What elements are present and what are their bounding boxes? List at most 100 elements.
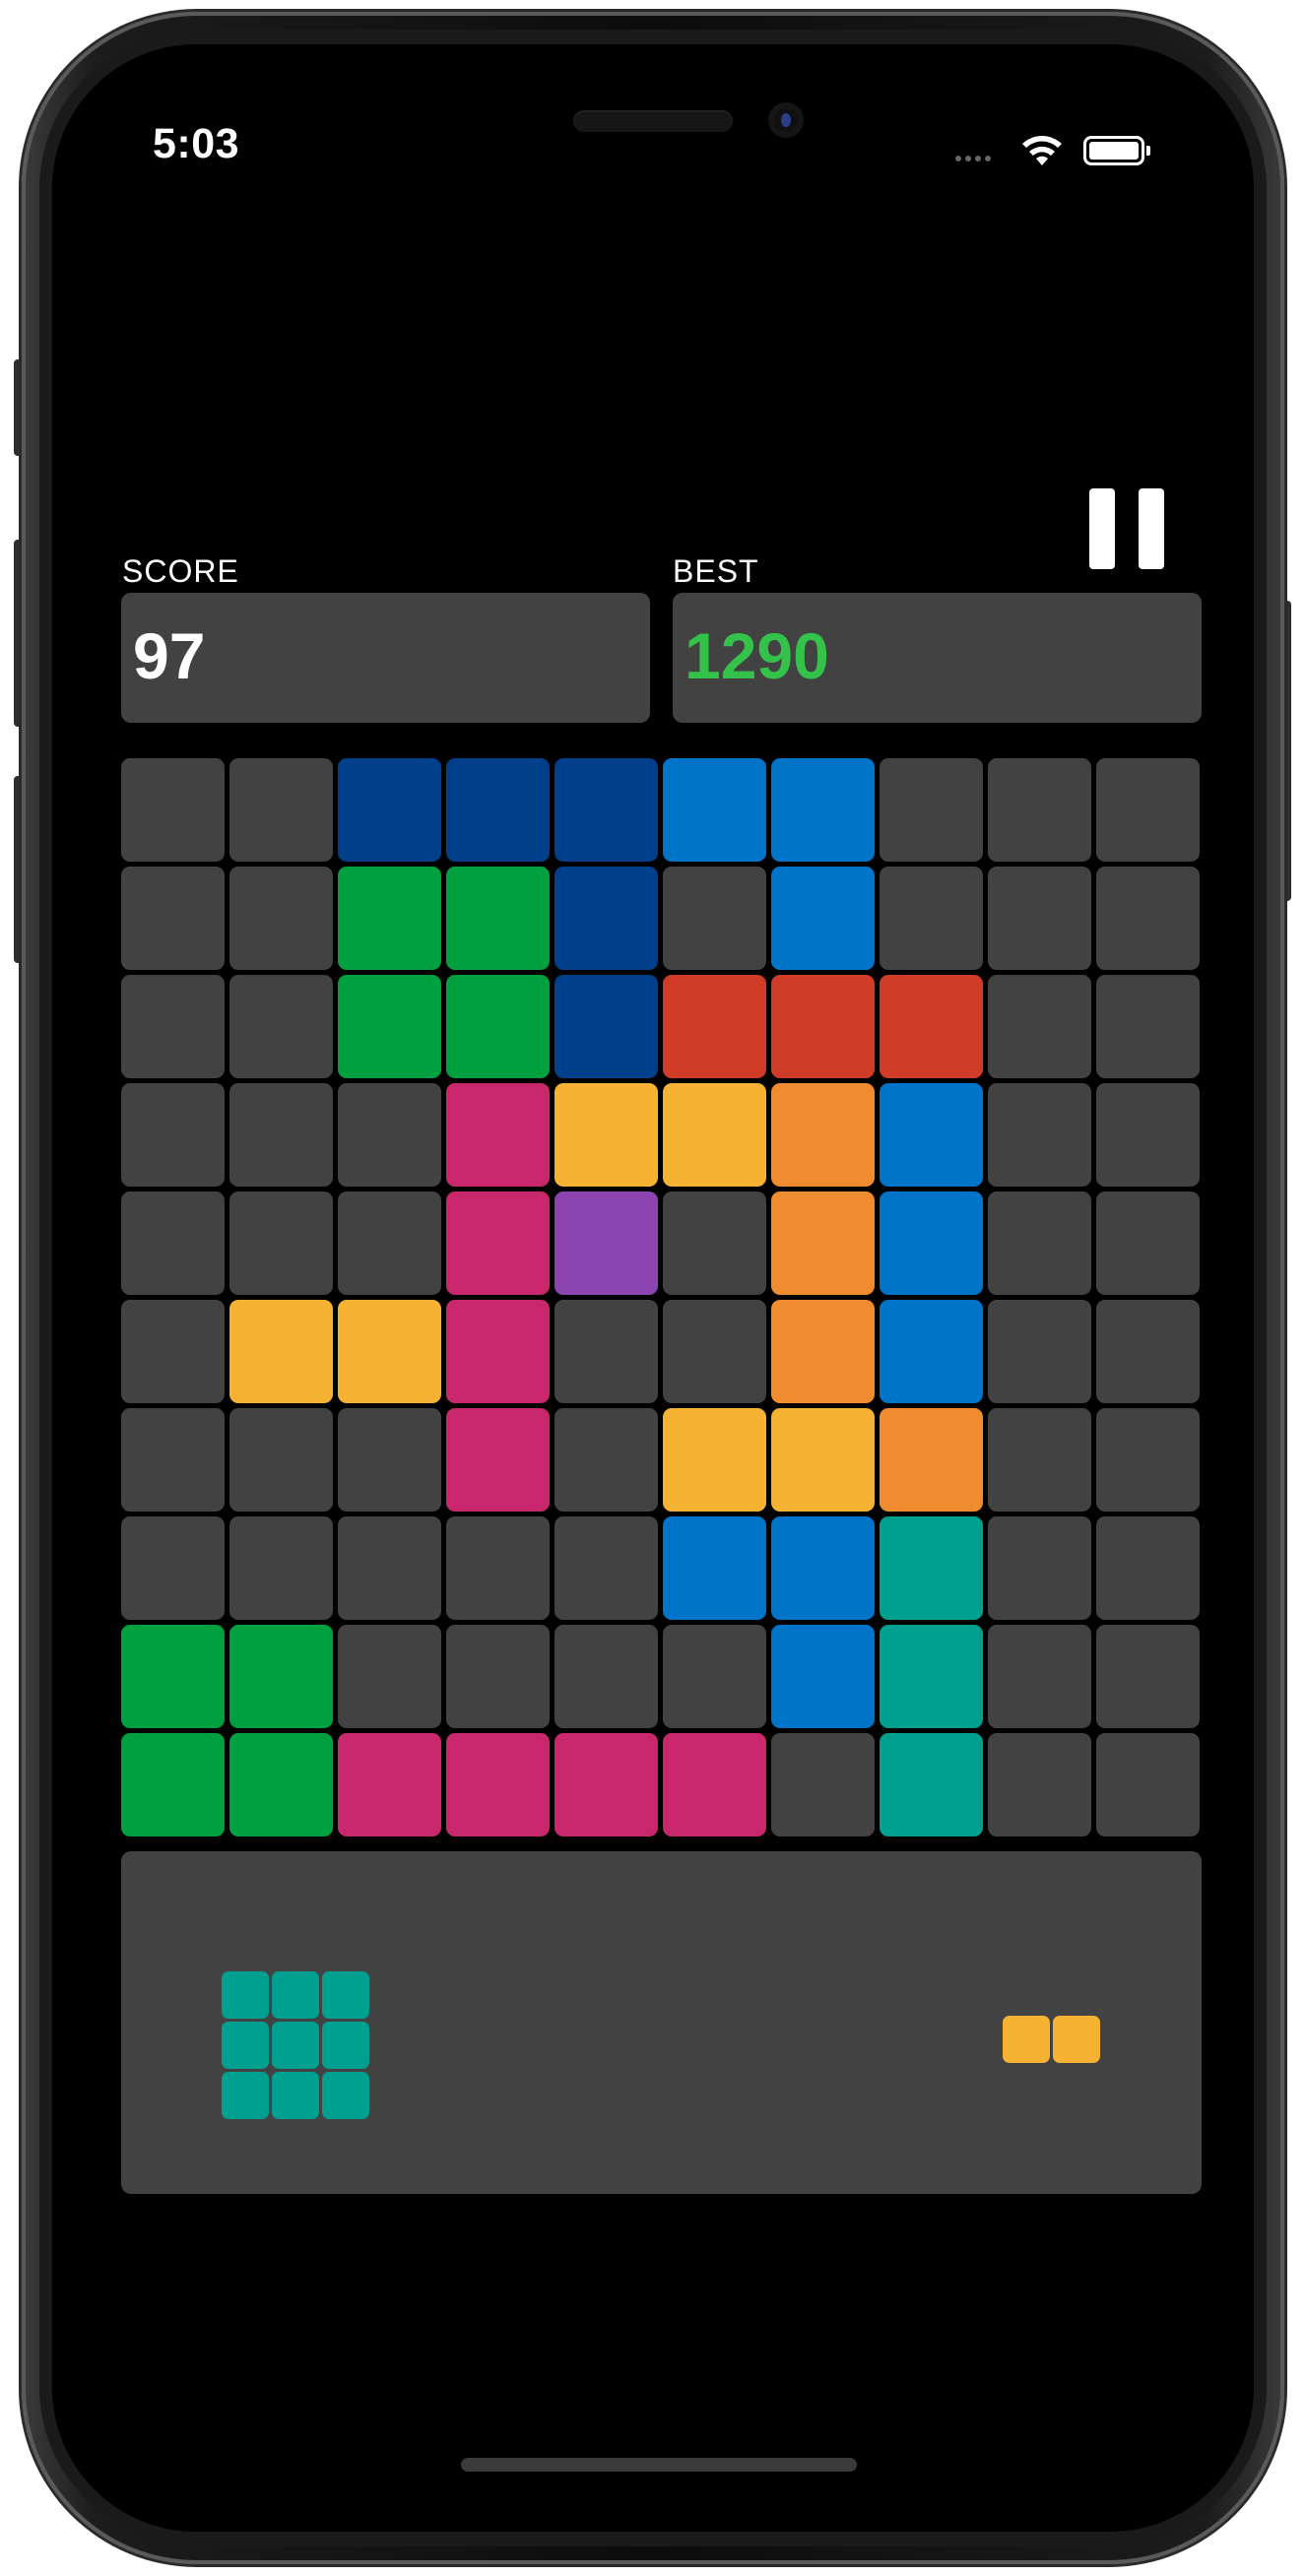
board-cell-yellow[interactable] xyxy=(555,1083,658,1187)
board-cell-green[interactable] xyxy=(121,1625,225,1728)
board-cell-empty[interactable] xyxy=(1096,975,1200,1078)
board-cell-orange[interactable] xyxy=(771,1300,875,1403)
board-cell-empty[interactable] xyxy=(663,1300,766,1403)
game-board[interactable] xyxy=(121,758,1202,1844)
board-cell-teal[interactable] xyxy=(880,1516,983,1620)
board-cell-empty[interactable] xyxy=(229,1408,333,1512)
board-cell-empty[interactable] xyxy=(880,867,983,970)
board-cell-empty[interactable] xyxy=(229,1191,333,1295)
board-cell-navy[interactable] xyxy=(555,758,658,862)
board-cell-empty[interactable] xyxy=(771,1733,875,1836)
board-cell-empty[interactable] xyxy=(1096,758,1200,862)
board-cell-green[interactable] xyxy=(446,867,550,970)
board-cell-blue[interactable] xyxy=(771,867,875,970)
board-cell-blue[interactable] xyxy=(663,758,766,862)
board-cell-empty[interactable] xyxy=(1096,1300,1200,1403)
board-cell-empty[interactable] xyxy=(338,1408,441,1512)
board-cell-pink[interactable] xyxy=(446,1408,550,1512)
board-cell-teal[interactable] xyxy=(880,1625,983,1728)
board-cell-empty[interactable] xyxy=(555,1408,658,1512)
board-cell-navy[interactable] xyxy=(555,867,658,970)
board-cell-green[interactable] xyxy=(229,1625,333,1728)
board-cell-empty[interactable] xyxy=(1096,1733,1200,1836)
board-cell-blue[interactable] xyxy=(771,1625,875,1728)
board-cell-empty[interactable] xyxy=(338,1625,441,1728)
board-cell-red[interactable] xyxy=(880,975,983,1078)
board-cell-empty[interactable] xyxy=(229,758,333,862)
board-cell-empty[interactable] xyxy=(988,1300,1091,1403)
board-cell-pink[interactable] xyxy=(555,1733,658,1836)
board-cell-pink[interactable] xyxy=(663,1733,766,1836)
board-cell-blue[interactable] xyxy=(663,1516,766,1620)
board-cell-yellow[interactable] xyxy=(771,1408,875,1512)
board-cell-navy[interactable] xyxy=(555,975,658,1078)
board-cell-empty[interactable] xyxy=(1096,1191,1200,1295)
board-cell-empty[interactable] xyxy=(338,1083,441,1187)
board-cell-purple[interactable] xyxy=(555,1191,658,1295)
board-cell-red[interactable] xyxy=(771,975,875,1078)
board-cell-blue[interactable] xyxy=(880,1191,983,1295)
board-cell-empty[interactable] xyxy=(988,867,1091,970)
board-cell-empty[interactable] xyxy=(555,1300,658,1403)
board-cell-blue[interactable] xyxy=(880,1300,983,1403)
board-cell-empty[interactable] xyxy=(121,1191,225,1295)
board-cell-yellow[interactable] xyxy=(663,1083,766,1187)
board-cell-empty[interactable] xyxy=(338,1516,441,1620)
board-cell-empty[interactable] xyxy=(988,1408,1091,1512)
board-cell-empty[interactable] xyxy=(229,867,333,970)
board-cell-empty[interactable] xyxy=(1096,1408,1200,1512)
board-cell-empty[interactable] xyxy=(446,1625,550,1728)
board-cell-orange[interactable] xyxy=(771,1083,875,1187)
board-cell-empty[interactable] xyxy=(880,758,983,862)
board-cell-empty[interactable] xyxy=(663,1625,766,1728)
board-cell-empty[interactable] xyxy=(1096,1516,1200,1620)
board-cell-navy[interactable] xyxy=(338,758,441,862)
board-cell-green[interactable] xyxy=(446,975,550,1078)
board-cell-yellow[interactable] xyxy=(229,1300,333,1403)
board-cell-empty[interactable] xyxy=(121,867,225,970)
board-cell-empty[interactable] xyxy=(229,1083,333,1187)
board-cell-empty[interactable] xyxy=(555,1516,658,1620)
board-cell-pink[interactable] xyxy=(446,1083,550,1187)
board-cell-pink[interactable] xyxy=(446,1733,550,1836)
board-cell-empty[interactable] xyxy=(121,1516,225,1620)
board-cell-blue[interactable] xyxy=(771,1516,875,1620)
board-cell-yellow[interactable] xyxy=(663,1408,766,1512)
board-cell-pink[interactable] xyxy=(446,1191,550,1295)
board-cell-empty[interactable] xyxy=(663,1191,766,1295)
piece-teal-3x3[interactable] xyxy=(222,1971,372,2122)
board-cell-empty[interactable] xyxy=(663,867,766,970)
board-cell-empty[interactable] xyxy=(988,758,1091,862)
board-cell-green[interactable] xyxy=(338,975,441,1078)
board-cell-empty[interactable] xyxy=(121,1083,225,1187)
board-cell-blue[interactable] xyxy=(880,1083,983,1187)
board-cell-empty[interactable] xyxy=(121,1408,225,1512)
board-cell-empty[interactable] xyxy=(121,758,225,862)
board-cell-empty[interactable] xyxy=(988,975,1091,1078)
board-cell-empty[interactable] xyxy=(229,975,333,1078)
board-cell-orange[interactable] xyxy=(880,1408,983,1512)
board-cell-empty[interactable] xyxy=(446,1516,550,1620)
board-cell-green[interactable] xyxy=(338,867,441,970)
board-cell-pink[interactable] xyxy=(338,1733,441,1836)
board-cell-blue[interactable] xyxy=(771,758,875,862)
board-cell-empty[interactable] xyxy=(1096,867,1200,970)
board-cell-empty[interactable] xyxy=(121,975,225,1078)
board-cell-empty[interactable] xyxy=(1096,1083,1200,1187)
board-cell-orange[interactable] xyxy=(771,1191,875,1295)
board-cell-empty[interactable] xyxy=(338,1191,441,1295)
board-cell-green[interactable] xyxy=(121,1733,225,1836)
board-cell-empty[interactable] xyxy=(121,1300,225,1403)
board-cell-empty[interactable] xyxy=(988,1625,1091,1728)
board-cell-empty[interactable] xyxy=(229,1516,333,1620)
board-cell-teal[interactable] xyxy=(880,1733,983,1836)
board-cell-empty[interactable] xyxy=(555,1625,658,1728)
piece-yellow-1x2[interactable] xyxy=(1003,2016,1103,2066)
board-cell-navy[interactable] xyxy=(446,758,550,862)
board-cell-red[interactable] xyxy=(663,975,766,1078)
board-cell-empty[interactable] xyxy=(1096,1625,1200,1728)
board-cell-empty[interactable] xyxy=(988,1083,1091,1187)
board-cell-green[interactable] xyxy=(229,1733,333,1836)
board-cell-yellow[interactable] xyxy=(338,1300,441,1403)
board-cell-empty[interactable] xyxy=(988,1733,1091,1836)
